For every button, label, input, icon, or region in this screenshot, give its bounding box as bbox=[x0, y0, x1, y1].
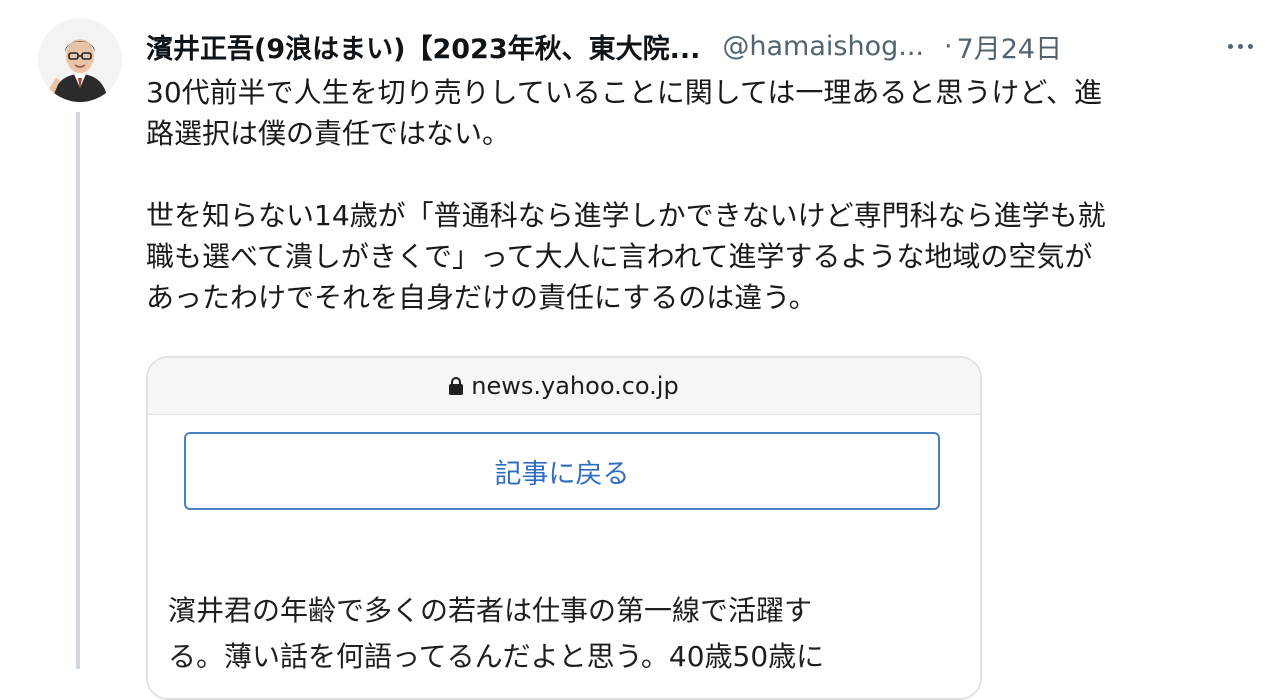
browser-url-bar: news.yahoo.co.jp bbox=[148, 358, 980, 415]
attached-image-card[interactable]: news.yahoo.co.jp 記事に戻る 濱井君の年齢で多くの若者は仕事の第… bbox=[146, 356, 982, 700]
back-to-article-button[interactable]: 記事に戻る bbox=[184, 432, 940, 510]
tweet-date[interactable]: 7月24日 bbox=[957, 27, 1063, 66]
tweet-header: 濱井正吾(9浪はまい)【2023年秋、東大院... @hamaishog... … bbox=[146, 22, 1062, 70]
tweet-text-line: あったわけでそれを自身だけの責任にするのは違う。 bbox=[146, 281, 817, 314]
avatar-image bbox=[38, 18, 122, 102]
more-dot bbox=[1227, 43, 1233, 49]
tweet-text-line: 30代前半で人生を切り売りしていることに関しては一理あると思うけど、進 bbox=[146, 76, 1102, 109]
avatar[interactable] bbox=[38, 18, 122, 102]
tweet-text: 30代前半で人生を切り売りしていることに関しては一理あると思うけど、進 路選択は… bbox=[146, 72, 1266, 318]
tweet-text-line: 路選択は僕の責任ではない。 bbox=[146, 117, 511, 150]
article-text-line: 濱井君の年齢で多くの若者は仕事の第一線で活躍す bbox=[168, 594, 813, 627]
article-text: 濱井君の年齢で多くの若者は仕事の第一線で活躍す る。薄い話を何語ってるんだよと思… bbox=[168, 588, 968, 680]
article-text-line: る。薄い話を何語ってるんだよと思う。40歳50歳に bbox=[168, 640, 825, 673]
display-name[interactable]: 濱井正吾(9浪はまい)【2023年秋、東大院... bbox=[146, 27, 700, 66]
tweet-text-line: 職も選べて潰しがきくで」って大人に言われて進学するような地域の空気が bbox=[146, 240, 1093, 273]
thread-line bbox=[76, 112, 80, 669]
more-dot bbox=[1237, 43, 1243, 49]
lock-icon bbox=[449, 377, 464, 395]
more-dot bbox=[1247, 43, 1253, 49]
tweet-text-line: 世を知らない14歳が「普通科なら進学しかできないけど専門科なら進学も就 bbox=[146, 199, 1106, 232]
tweet[interactable]: 濱井正吾(9浪はまい)【2023年秋、東大院... @hamaishog... … bbox=[0, 0, 1280, 700]
user-handle[interactable]: @hamaishog... bbox=[722, 31, 924, 62]
url-text: news.yahoo.co.jp bbox=[471, 372, 679, 400]
separator-dot: · bbox=[943, 30, 953, 62]
more-horizontal-icon[interactable] bbox=[1222, 28, 1258, 64]
